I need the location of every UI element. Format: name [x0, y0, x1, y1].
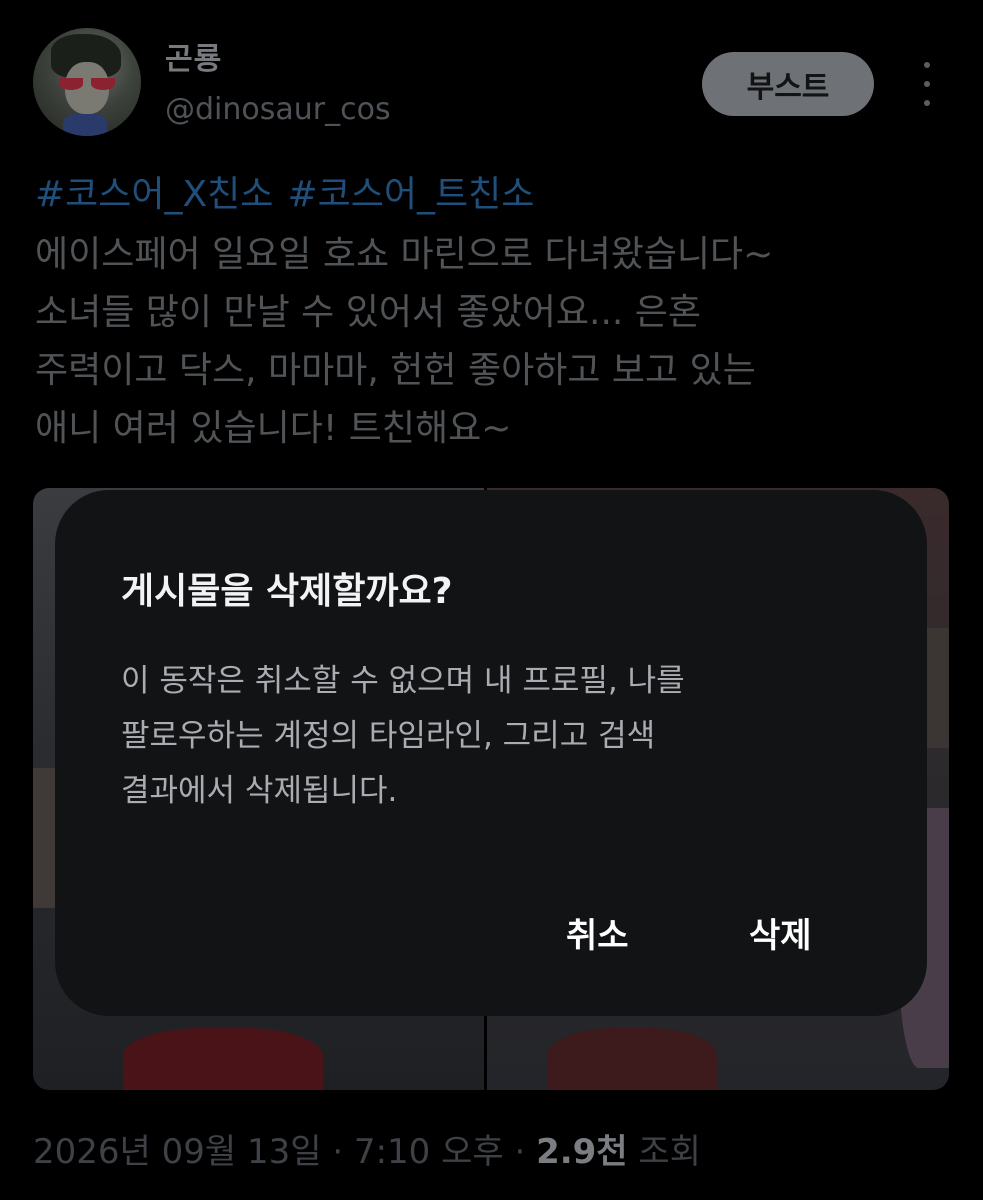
media-figure: [123, 1028, 323, 1090]
display-name[interactable]: 곤룡: [165, 34, 222, 78]
views-label: 조회: [627, 1132, 701, 1172]
dialog-title: 게시물을 삭제할까요?: [121, 571, 453, 612]
dialog-message-line: 이 동작은 취소할 수 없으며 내 프로필, 나를: [121, 663, 685, 699]
more-dot: [924, 100, 930, 106]
hashtag-link[interactable]: #코스어_트친소: [287, 174, 534, 215]
media-figure: [547, 1028, 717, 1090]
avatar[interactable]: [33, 28, 141, 136]
post-meta: 2026년 09월 13일 · 7:10 오후 · 2.9천 조회: [33, 1124, 701, 1173]
post-body: 에이스페어 일요일 호쇼 마린으로 다녀왔습니다~ 소녀들 많이 만날 수 있어…: [35, 226, 935, 458]
more-dot: [924, 81, 930, 87]
dialog-message-line: 팔로우하는 계정의 타임라인, 그리고 검색: [121, 718, 656, 754]
dialog-message-line: 결과에서 삭제됩니다.: [121, 773, 398, 809]
boost-button[interactable]: 부스트: [702, 52, 874, 116]
dialog-message: 이 동작은 취소할 수 없으며 내 프로필, 나를 팔로우하는 계정의 타임라인…: [121, 654, 881, 819]
delete-confirm-dialog: 게시물을 삭제할까요? 이 동작은 취소할 수 없으며 내 프로필, 나를 팔로…: [55, 490, 927, 1016]
post-body-line: 주력이고 닥스, 마마마, 헌헌 좋아하고 보고 있는: [35, 350, 756, 391]
post-body-line: 에이스페어 일요일 호쇼 마린으로 다녀왔습니다~: [35, 234, 774, 275]
avatar-collar: [63, 114, 107, 136]
post-body-line: 소녀들 많이 만날 수 있어서 좋았어요... 은혼: [35, 292, 702, 333]
user-handle[interactable]: @dinosaur_cos: [165, 92, 391, 127]
post-body-line: 애니 여러 있습니다! 트친해요~: [35, 408, 512, 449]
delete-button[interactable]: 삭제: [735, 900, 826, 965]
avatar-glasses: [59, 78, 115, 92]
views-count[interactable]: 2.9천: [536, 1132, 628, 1172]
more-vertical-icon[interactable]: [915, 62, 939, 106]
post-timestamp: 2026년 09월 13일 · 7:10 오후 ·: [33, 1132, 537, 1172]
hashtag-link[interactable]: #코스어_X친소: [35, 174, 273, 215]
hashtags: #코스어_X친소 #코스어_트친소: [35, 170, 548, 220]
cancel-button[interactable]: 취소: [552, 900, 643, 965]
more-dot: [924, 62, 930, 68]
